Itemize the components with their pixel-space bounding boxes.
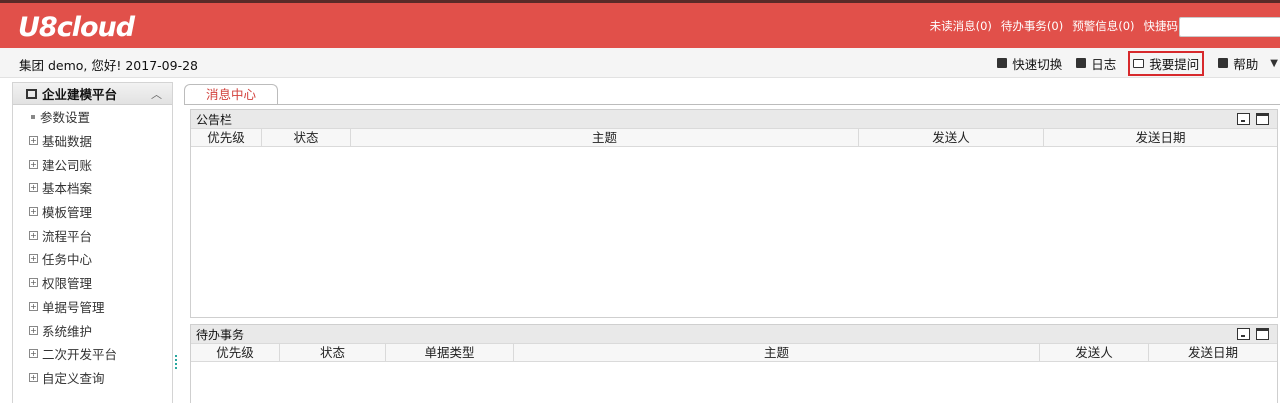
sidebar-title: 企业建模平台 <box>42 87 118 102</box>
expand-icon[interactable]: + <box>29 372 38 382</box>
column-header[interactable]: 状态 <box>262 129 351 146</box>
app-logo: U8cloud <box>18 12 135 43</box>
sidebar-item-label: 自定义查询 <box>42 370 105 386</box>
expand-icon[interactable]: + <box>29 349 38 359</box>
ask-question-button[interactable]: 我要提问 <box>1128 50 1205 76</box>
sidebar: 企业建模平台 ︿ 参数设置 + 基础数据 + 建公司账 + 基本档案 + 模板管理 + 流… <box>12 82 173 403</box>
minimize-icon[interactable] <box>1237 328 1250 340</box>
module-icon <box>26 88 37 99</box>
quick-switch-label: 快速切换 <box>1012 56 1063 72</box>
help-icon <box>1218 58 1229 68</box>
sidebar-item-label: 参数设置 <box>40 110 91 126</box>
quickcode-label: 快捷码 <box>1143 19 1179 33</box>
quick-switch-button[interactable]: 快速切换 <box>997 54 1062 73</box>
log-icon <box>1076 58 1087 68</box>
expand-icon[interactable]: + <box>29 254 38 264</box>
sidebar-item-basic-data[interactable]: + 基础数据 <box>13 129 172 153</box>
column-header[interactable]: 发送人 <box>859 129 1044 146</box>
more-dropdown-icon[interactable]: ▼ <box>1270 58 1278 69</box>
sidebar-item-permissions[interactable]: + 权限管理 <box>13 271 172 295</box>
sidebar-item-label: 权限管理 <box>42 276 93 292</box>
sidebar-item-task-center[interactable]: + 任务中心 <box>13 247 172 271</box>
greeting-text: 集团 demo, 您好! 2017-09-28 <box>19 58 198 73</box>
expand-icon[interactable]: + <box>29 301 38 311</box>
todo-table-header: 优先级 状态 单据类型 主题 发送人 发送日期 <box>191 343 1277 362</box>
question-icon <box>1133 58 1145 68</box>
top-header: U8cloud 未读消息(0) 待办事务(0) 预警信息(0) 快捷码 <box>0 0 1280 48</box>
expand-icon[interactable]: + <box>29 207 38 217</box>
todo-panel-header: 待办事务 <box>191 325 1277 343</box>
column-header[interactable]: 发送人 <box>1040 344 1149 361</box>
sidebar-item-custom-query[interactable]: + 自定义查询 <box>13 366 172 390</box>
column-header[interactable]: 优先级 <box>191 129 262 146</box>
sidebar-item-params[interactable]: 参数设置 <box>13 105 172 129</box>
sidebar-header[interactable]: 企业建模平台 ︿ <box>13 83 172 105</box>
ask-question-label: 我要提问 <box>1149 56 1200 72</box>
sidebar-item-system[interactable]: + 系统维护 <box>13 318 172 342</box>
help-label: 帮助 <box>1233 56 1259 72</box>
switch-icon <box>997 58 1008 68</box>
log-label: 日志 <box>1091 56 1117 72</box>
unread-messages-link[interactable]: 未读消息(0) <box>930 18 992 34</box>
todo-panel: 待办事务 优先级 状态 单据类型 主题 发送人 发送日期 <box>190 324 1278 403</box>
column-header[interactable]: 发送日期 <box>1044 129 1277 146</box>
expand-icon[interactable]: + <box>29 325 38 335</box>
minimize-icon[interactable] <box>1237 113 1250 125</box>
sidebar-item-label: 二次开发平台 <box>42 347 118 363</box>
sidebar-item-label: 基础数据 <box>42 134 93 150</box>
sidebar-item-dev-platform[interactable]: + 二次开发平台 <box>13 342 172 366</box>
sidebar-item-basic-archive[interactable]: + 基本档案 <box>13 176 172 200</box>
notice-panel-header: 公告栏 <box>191 110 1277 128</box>
tab-divider <box>184 104 1280 105</box>
maximize-icon[interactable] <box>1256 328 1269 340</box>
expand-icon[interactable]: + <box>29 159 38 169</box>
sidebar-item-label: 建公司账 <box>42 157 93 173</box>
tab-message-center[interactable]: 消息中心 <box>184 84 278 105</box>
column-header[interactable]: 单据类型 <box>386 344 514 361</box>
todo-tasks-link[interactable]: 待办事务(0) <box>1001 18 1063 34</box>
quickcode-input[interactable] <box>1179 17 1280 37</box>
collapse-icon[interactable]: ︿ <box>151 86 162 102</box>
alerts-link[interactable]: 预警信息(0) <box>1072 18 1134 34</box>
sidebar-item-label: 模板管理 <box>42 205 93 221</box>
column-header[interactable]: 优先级 <box>191 344 280 361</box>
notice-panel: 公告栏 优先级 状态 主题 发送人 发送日期 <box>190 109 1278 318</box>
sidebar-item-templates[interactable]: + 模板管理 <box>13 200 172 224</box>
sidebar-menu: 参数设置 + 基础数据 + 建公司账 + 基本档案 + 模板管理 + 流程平台 + 任务中心… <box>13 105 172 389</box>
top-links: 未读消息(0) 待办事务(0) 预警信息(0) 快捷码 <box>930 18 1178 34</box>
todo-panel-title: 待办事务 <box>196 327 245 342</box>
notice-table-header: 优先级 状态 主题 发送人 发送日期 <box>191 128 1277 147</box>
sidebar-item-doc-numbers[interactable]: + 单据号管理 <box>13 295 172 319</box>
bullet-icon <box>31 114 35 119</box>
column-header[interactable]: 状态 <box>280 344 386 361</box>
column-header[interactable]: 发送日期 <box>1149 344 1277 361</box>
sidebar-splitter-handle[interactable] <box>175 355 178 369</box>
help-button[interactable]: 帮助 <box>1218 54 1258 73</box>
expand-icon[interactable]: + <box>29 136 38 146</box>
sidebar-item-company-account[interactable]: + 建公司账 <box>13 152 172 176</box>
sidebar-item-label: 系统维护 <box>42 323 93 339</box>
maximize-icon[interactable] <box>1256 113 1269 125</box>
column-header[interactable]: 主题 <box>514 344 1040 361</box>
column-header[interactable]: 主题 <box>351 129 859 146</box>
sidebar-item-label: 基本档案 <box>42 181 93 197</box>
sidebar-item-workflow[interactable]: + 流程平台 <box>13 223 172 247</box>
sub-toolbar: 集团 demo, 您好! 2017-09-28 快速切换 日志 我要提问 帮助 … <box>0 48 1280 78</box>
sidebar-item-label: 单据号管理 <box>42 299 105 315</box>
log-button[interactable]: 日志 <box>1076 54 1116 73</box>
expand-icon[interactable]: + <box>29 278 38 288</box>
sidebar-item-label: 任务中心 <box>42 252 93 268</box>
sidebar-item-label: 流程平台 <box>42 228 93 244</box>
expand-icon[interactable]: + <box>29 230 38 240</box>
notice-panel-title: 公告栏 <box>196 112 233 127</box>
expand-icon[interactable]: + <box>29 183 38 193</box>
